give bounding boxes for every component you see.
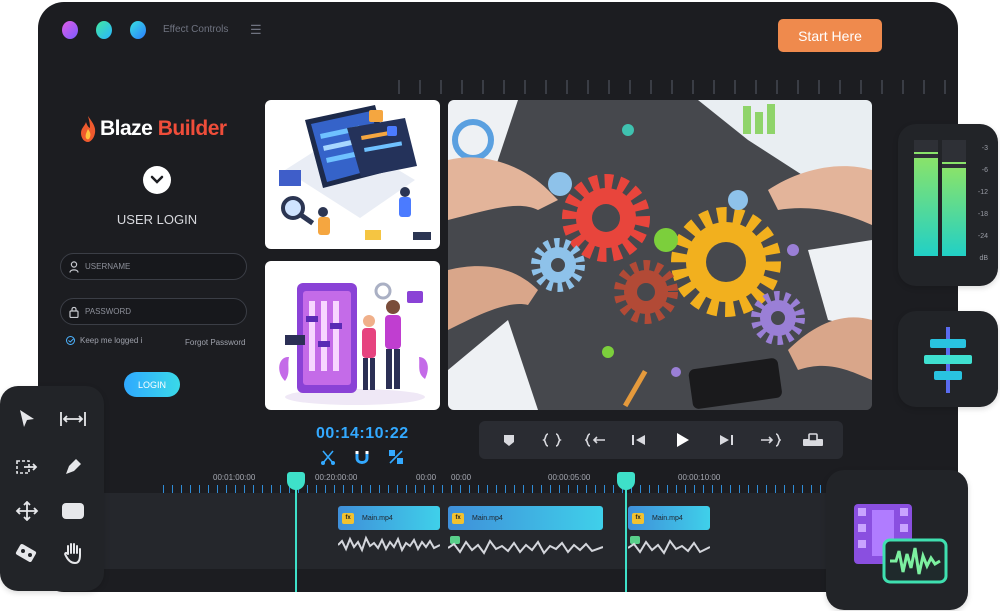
- video-clip[interactable]: fx Main.mp4: [628, 506, 710, 530]
- playhead-line[interactable]: [295, 478, 297, 592]
- media-library-panel[interactable]: [826, 470, 968, 610]
- go-to-in-icon[interactable]: [583, 429, 609, 451]
- align-center-icon[interactable]: [918, 325, 978, 395]
- window-dot-green[interactable]: [96, 21, 112, 39]
- forgot-password-link[interactable]: Forgot Password: [185, 338, 245, 347]
- timeline-tools: [320, 449, 404, 465]
- start-here-button[interactable]: Start Here: [778, 19, 882, 52]
- magnet-icon[interactable]: [354, 449, 370, 465]
- logo-text: Blaze Builder: [100, 117, 227, 141]
- chevron-down-icon[interactable]: [143, 166, 171, 194]
- user-login-title: USER LOGIN: [116, 212, 198, 227]
- username-input[interactable]: [85, 262, 235, 271]
- timeline-label-4: 00:00: [451, 473, 472, 482]
- keep-logged-label: Keep me logged i: [80, 336, 143, 345]
- hand-icon[interactable]: [58, 538, 88, 568]
- pen-icon[interactable]: [58, 452, 88, 482]
- blaze-builder-logo: Blaze Builder: [79, 115, 227, 143]
- audio-meter-panel: -3 -6 -12 -18 -24 dB: [898, 124, 998, 286]
- timeline-label-5: 00:00:05:00: [548, 473, 591, 482]
- logo-text-blaze: Blaze: [100, 117, 153, 140]
- rectangle-icon[interactable]: [58, 496, 88, 526]
- timeline-label-3: 00:00: [416, 473, 437, 482]
- mark-in-out-icon[interactable]: [539, 429, 565, 451]
- playhead-handle[interactable]: [287, 472, 305, 490]
- audio-waveform[interactable]: [338, 534, 440, 556]
- timeline-label-6: 00:00:10:00: [678, 473, 721, 482]
- audio-waveform[interactable]: [448, 534, 603, 556]
- step-forward-icon[interactable]: [713, 429, 739, 451]
- video-clip[interactable]: fx Main.mp4: [448, 506, 603, 530]
- meter-label: dB: [979, 255, 988, 262]
- check-icon: [66, 336, 75, 345]
- step-back-icon[interactable]: [626, 429, 652, 451]
- audio-level-meter: [914, 140, 966, 256]
- media-thumbnail-developers[interactable]: [265, 100, 440, 249]
- top-ruler: [398, 80, 958, 94]
- align-panel[interactable]: [898, 311, 998, 407]
- split-icon[interactable]: [388, 449, 404, 465]
- meter-label: -12: [977, 189, 988, 196]
- equalizer-illustration: [279, 282, 428, 405]
- title-bar: Effect Controls ☰ Start Here: [38, 2, 958, 62]
- meter-label: -3: [981, 145, 988, 152]
- video-clip[interactable]: fx Main.mp4: [338, 506, 440, 530]
- effect-controls-menu[interactable]: Effect Controls: [163, 24, 228, 35]
- slip-icon[interactable]: [12, 452, 42, 482]
- fx-badge-icon: fx: [452, 512, 464, 524]
- hamburger-menu-icon[interactable]: ☰: [250, 22, 262, 38]
- clip-name: Main.mp4: [472, 514, 503, 522]
- developer-illustration: [279, 105, 431, 240]
- username-field[interactable]: [60, 253, 247, 280]
- editor-window: Effect Controls ☰ Start Here Blaze Build…: [38, 2, 958, 592]
- clip-name: Main.mp4: [362, 514, 393, 522]
- timeline-label-1: 00:01:00:00: [213, 473, 256, 482]
- crop-icon[interactable]: [12, 538, 42, 568]
- keep-logged-in-checkbox[interactable]: Keep me logged i: [66, 336, 142, 345]
- go-to-out-icon[interactable]: [757, 429, 783, 451]
- meter-label: -18: [977, 211, 988, 218]
- fx-badge-icon: fx: [632, 512, 644, 524]
- play-icon[interactable]: [670, 429, 696, 451]
- window-dot-blue[interactable]: [130, 21, 146, 39]
- video-audio-icon[interactable]: [850, 498, 950, 588]
- meter-scale: -3 -6 -12 -18 -24 dB: [978, 138, 988, 270]
- razor-icon[interactable]: [320, 449, 336, 465]
- playhead-handle-secondary[interactable]: [617, 472, 635, 490]
- video-preview[interactable]: [448, 100, 872, 410]
- export-frame-icon[interactable]: [800, 429, 826, 451]
- select-arrow-icon[interactable]: [12, 404, 42, 434]
- user-icon: [69, 260, 79, 273]
- meter-label: -6: [981, 167, 988, 174]
- marker-icon[interactable]: [496, 429, 522, 451]
- password-field[interactable]: [60, 298, 247, 325]
- fx-badge-icon: fx: [342, 512, 354, 524]
- logo-text-builder: Builder: [157, 117, 227, 140]
- window-dot-purple[interactable]: [62, 21, 78, 39]
- ripple-edit-icon[interactable]: [58, 404, 88, 434]
- playhead-line-secondary[interactable]: [625, 478, 627, 592]
- flame-icon: [81, 116, 96, 142]
- audio-waveform[interactable]: [628, 534, 710, 556]
- lock-icon: [69, 306, 79, 318]
- media-thumbnail-equalizer[interactable]: [265, 261, 440, 410]
- timeline-tracks[interactable]: [38, 493, 958, 569]
- tools-panel: [0, 386, 104, 591]
- meter-label: -24: [977, 233, 988, 240]
- gears-teamwork-image: [448, 100, 872, 410]
- timeline-label-2: 00:20:00:00: [315, 473, 358, 482]
- password-input[interactable]: [85, 307, 235, 316]
- move-icon[interactable]: [12, 496, 42, 526]
- playback-controls: [479, 421, 843, 459]
- timecode-display: 00:14:10:22: [316, 425, 409, 442]
- clip-name: Main.mp4: [652, 514, 683, 522]
- login-button[interactable]: LOGIN: [124, 372, 180, 397]
